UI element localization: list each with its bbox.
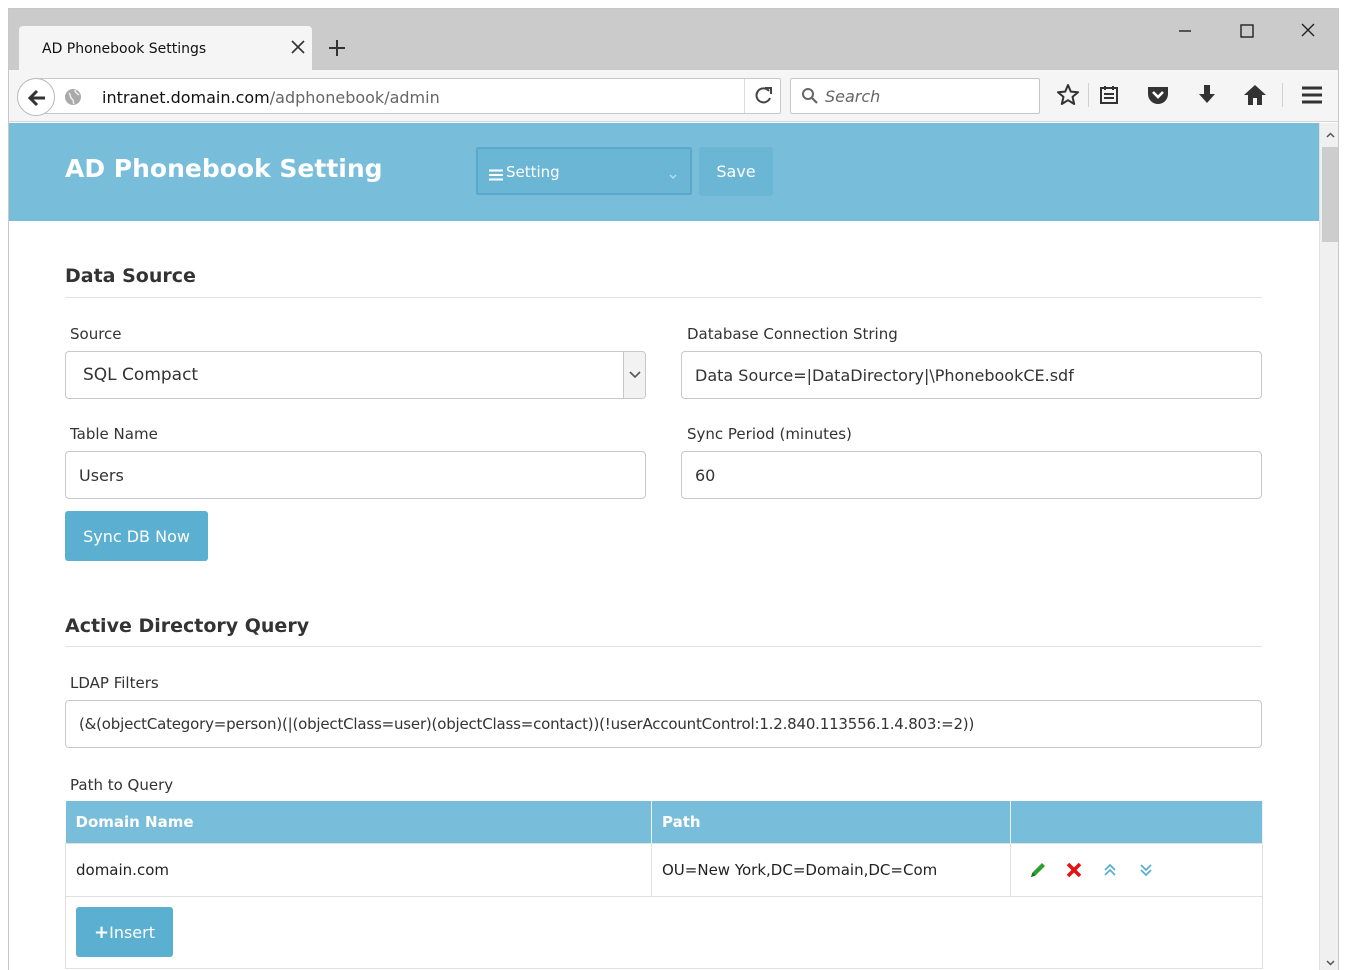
setting-dropdown-label: Setting <box>506 163 560 181</box>
table-row: domain.com OU=New York,DC=Domain,DC=Com <box>65 842 1263 897</box>
tab-title: AD Phonebook Settings <box>42 41 207 57</box>
browser-tab[interactable]: AD Phonebook Settings <box>19 26 312 70</box>
chevron-down-icon <box>668 167 678 179</box>
page-scrollbar[interactable] <box>1319 123 1338 970</box>
download-icon[interactable] <box>1194 82 1220 108</box>
tab-bar: AD Phonebook Settings <box>9 9 1338 70</box>
insert-button-label: Insert <box>109 922 155 942</box>
section-divider <box>65 297 1262 298</box>
move-down-icon[interactable] <box>1135 859 1157 881</box>
maximize-icon[interactable] <box>1233 19 1261 43</box>
search-input[interactable] <box>825 85 1030 107</box>
toolbar-separator <box>1282 83 1283 107</box>
plus-icon: + <box>94 921 110 943</box>
sync-period-label: Sync Period (minutes) <box>687 425 852 443</box>
sync-db-now-button[interactable]: Sync DB Now <box>65 511 208 561</box>
scroll-up-icon[interactable] <box>1324 127 1337 140</box>
cell-actions <box>1010 842 1263 897</box>
cell-path: OU=New York,DC=Domain,DC=Com <box>651 842 1011 897</box>
scroll-down-icon[interactable] <box>1324 954 1337 967</box>
browser-window: AD Phonebook Settings intranet.domain.co… <box>8 8 1339 970</box>
navigation-bar: intranet.domain.com/adphonebook/admin <box>9 70 1338 122</box>
path-table: Domain Name Path domain.com OU=New York,… <box>65 801 1263 969</box>
page-viewport: AD Phonebook Setting Setting Save Data S… <box>9 123 1319 970</box>
column-header-path: Path <box>651 801 1011 843</box>
home-icon[interactable] <box>1242 82 1268 108</box>
connection-string-input[interactable] <box>681 351 1262 399</box>
globe-icon <box>64 88 82 106</box>
save-button[interactable]: Save <box>699 147 773 196</box>
back-arrow-icon <box>26 87 48 113</box>
column-header-actions <box>1010 801 1263 843</box>
ldap-filters-input[interactable] <box>65 700 1262 748</box>
url-bar[interactable]: intranet.domain.com/adphonebook/admin <box>39 78 781 114</box>
chevron-down-icon[interactable] <box>623 352 645 398</box>
tab-close-icon[interactable] <box>289 38 307 56</box>
cell-domain-name: domain.com <box>65 842 652 897</box>
search-bar[interactable] <box>790 78 1040 114</box>
table-header-row: Domain Name Path <box>65 801 1263 843</box>
bookmark-star-icon[interactable] <box>1055 82 1081 108</box>
pocket-icon[interactable] <box>1145 82 1171 108</box>
app-header: AD Phonebook Setting Setting Save <box>9 123 1319 221</box>
window-close-icon[interactable] <box>1294 19 1322 43</box>
source-select-value: SQL Compact <box>83 365 199 385</box>
ldap-filters-label: LDAP Filters <box>70 674 159 692</box>
insert-button[interactable]: +Insert <box>76 907 173 957</box>
reading-list-icon[interactable] <box>1096 82 1122 108</box>
table-name-input[interactable] <box>65 451 646 499</box>
delete-icon[interactable] <box>1063 859 1085 881</box>
back-button[interactable] <box>17 78 55 116</box>
page-title: AD Phonebook Setting <box>65 154 383 183</box>
section-divider <box>65 646 1262 647</box>
insert-cell: +Insert <box>65 895 1263 969</box>
sync-period-input[interactable] <box>681 451 1262 499</box>
path-to-query-label: Path to Query <box>70 776 174 794</box>
table-name-label: Table Name <box>70 425 158 443</box>
section-title-ad-query: Active Directory Query <box>65 615 310 637</box>
minimize-icon[interactable] <box>1171 19 1199 43</box>
url-path: /adphonebook/admin <box>269 88 440 107</box>
move-up-icon[interactable] <box>1099 859 1121 881</box>
connection-string-label: Database Connection String <box>687 325 898 343</box>
toolbar-separator <box>1088 83 1089 107</box>
section-title-data-source: Data Source <box>65 265 196 287</box>
menu-icon[interactable] <box>1299 82 1325 108</box>
reload-icon[interactable] <box>744 79 782 113</box>
source-select[interactable]: SQL Compact <box>65 351 646 399</box>
setting-dropdown[interactable]: Setting <box>476 147 692 195</box>
url-host: intranet.domain.com <box>102 88 270 107</box>
search-icon <box>801 87 819 105</box>
source-label: Source <box>70 325 122 343</box>
scroll-thumb[interactable] <box>1322 147 1338 242</box>
column-header-domain: Domain Name <box>65 801 652 843</box>
hamburger-icon <box>488 166 504 181</box>
pencil-icon[interactable] <box>1027 859 1049 881</box>
new-tab-icon[interactable] <box>326 37 348 59</box>
insert-row: +Insert <box>65 895 1263 969</box>
url-text[interactable]: intranet.domain.com/adphonebook/admin <box>102 88 440 107</box>
row-actions <box>1021 859 1252 881</box>
